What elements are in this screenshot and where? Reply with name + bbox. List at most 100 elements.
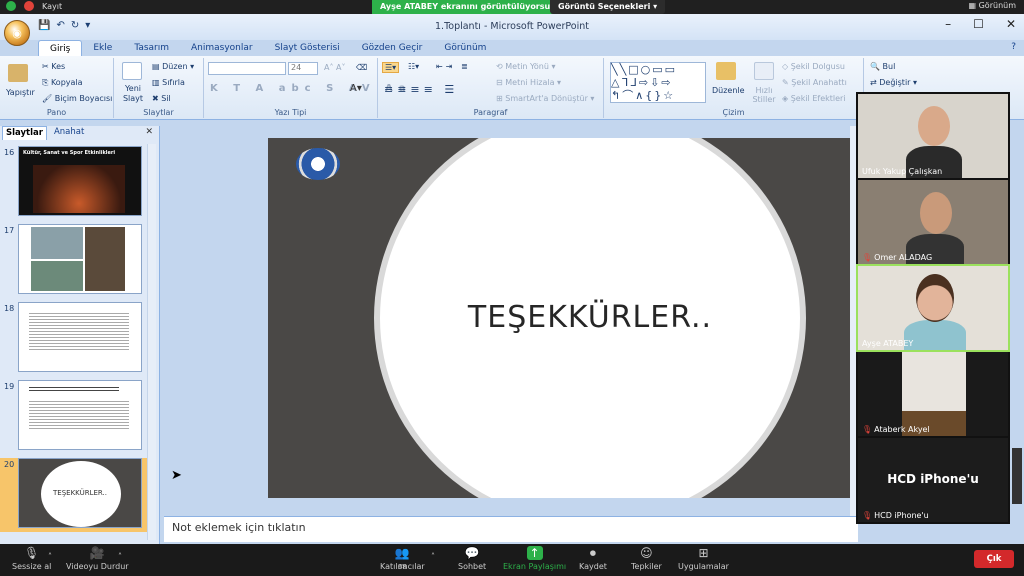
tab-slaytlar[interactable]: Slaytlar bbox=[2, 126, 47, 140]
new-slide-button[interactable]: Yeni Slayt bbox=[118, 84, 148, 104]
slide-thumbnail[interactable]: 18 bbox=[0, 302, 148, 376]
alignment-icons[interactable]: ≡≡≡≡ ☰ bbox=[384, 83, 458, 96]
paste-button[interactable]: Yapıştır bbox=[6, 88, 35, 97]
layout-button[interactable]: ▤ Düzen ▾ bbox=[152, 62, 194, 71]
font-size-select[interactable]: 24 bbox=[288, 62, 318, 75]
participants-button[interactable]: 👥68 Katılımcılar bbox=[380, 546, 425, 571]
exit-button[interactable]: Çık bbox=[974, 550, 1014, 568]
help-icon[interactable]: ? bbox=[1011, 42, 1016, 52]
quick-styles-icon[interactable] bbox=[754, 62, 774, 80]
delete-button[interactable]: ✖ Sil bbox=[152, 94, 171, 103]
chat-icon: 💬 bbox=[464, 546, 480, 560]
tab-anahat[interactable]: Anahat bbox=[51, 126, 87, 140]
cut-button[interactable]: ✂ Kes bbox=[42, 62, 65, 71]
clear-format-icon[interactable]: ⌫ bbox=[356, 63, 367, 72]
mute-options-chevron-icon[interactable]: ˄ bbox=[48, 552, 52, 561]
indent-icons[interactable]: ⇤⇥ ≣ bbox=[436, 62, 471, 71]
smartart-button[interactable]: ⊞ SmartArt'a Dönüştür ▾ bbox=[496, 94, 594, 103]
participant-name: Ayşe ATABEY bbox=[862, 339, 914, 348]
slide-number: 20 bbox=[4, 460, 15, 469]
tab-gorunum[interactable]: Görünüm bbox=[433, 40, 497, 56]
record-button[interactable]: ⏺ Kaydet bbox=[579, 546, 607, 571]
view-options-button[interactable]: Görüntü Seçenekleri ▾ bbox=[550, 0, 666, 14]
office-button[interactable]: ◉ bbox=[4, 20, 30, 46]
align-text-button[interactable]: ⊟ Metni Hizala ▾ bbox=[496, 78, 561, 87]
slide-editor[interactable]: TEŞEKKÜRLER.. bbox=[164, 126, 858, 516]
replace-button[interactable]: ⇄ Değiştir ▾ bbox=[870, 78, 917, 87]
reset-label: Sıfırla bbox=[162, 78, 185, 87]
arrange-button[interactable]: Düzenle bbox=[712, 86, 745, 95]
grow-font-icon[interactable]: A˄ A˅ bbox=[324, 63, 346, 72]
chat-button[interactable]: 💬 Sohbet bbox=[458, 546, 486, 571]
apps-button[interactable]: ⊞ Uygulamalar bbox=[678, 546, 729, 571]
shape-fill-label: Şekil Dolgusu bbox=[790, 62, 845, 71]
share-label: Ekran Paylaşımı bbox=[503, 562, 567, 571]
numbering-icon[interactable]: ☷▾ bbox=[408, 62, 419, 71]
view-button[interactable]: ▦ Görünüm bbox=[969, 1, 1017, 10]
tab-gozden-gecir[interactable]: Gözden Geçir bbox=[351, 40, 434, 56]
record-icon bbox=[24, 1, 34, 11]
mute-button[interactable]: 🎙 Sessize al bbox=[12, 546, 51, 571]
minimize-icon[interactable]: – bbox=[945, 17, 951, 31]
align-text-label: Metni Hizala bbox=[505, 78, 555, 87]
video-options-chevron-icon[interactable]: ˄ bbox=[118, 552, 122, 561]
close-panel-icon[interactable]: ✕ bbox=[145, 127, 153, 137]
find-label: Bul bbox=[882, 62, 896, 71]
participants-label: Katılımcılar bbox=[380, 562, 425, 571]
participant-name: 🎙 Omer ALADAG bbox=[862, 253, 932, 262]
new-slide-icon[interactable] bbox=[122, 62, 142, 80]
text-direction-button[interactable]: ⟲ Metin Yönü ▾ bbox=[496, 62, 555, 71]
quick-styles-button[interactable]: Hızlı Stiller bbox=[752, 86, 776, 104]
slide-thumbnail[interactable]: 17 bbox=[0, 224, 148, 298]
arrange-icon[interactable] bbox=[716, 62, 736, 80]
copy-button[interactable]: ⎘ Kopyala bbox=[42, 78, 83, 88]
group-yazi-tipi: 24 A˄ A˅ ⌫ K T A abc S AV Aa A▾ Yazı Tip… bbox=[204, 58, 406, 118]
share-screen-button[interactable]: ↑ Ekran Paylaşımı bbox=[503, 546, 566, 571]
shapes-gallery[interactable]: ╲╲□○▭▭ △ᒣᒧ⇨⇩⇨ ↰⌒∧{}☆ bbox=[610, 62, 706, 103]
video-tile-active-speaker[interactable]: Ayşe ATABEY bbox=[856, 264, 1010, 352]
video-tile[interactable]: 🎙 Ataberk Akyel bbox=[858, 352, 1008, 436]
tab-ekle[interactable]: Ekle bbox=[82, 40, 123, 56]
reset-button[interactable]: ▥ Sıfırla bbox=[152, 78, 185, 87]
paste-icon[interactable] bbox=[8, 64, 28, 82]
panel-scrollbar[interactable] bbox=[147, 144, 156, 540]
shape-effects-button[interactable]: ◈ Şekil Efektleri bbox=[782, 94, 846, 103]
bullets-icon[interactable]: ☰▾ bbox=[382, 62, 400, 73]
find-button[interactable]: 🔍 Bul bbox=[870, 62, 895, 71]
video-tile[interactable]: 🎙 Omer ALADAG bbox=[858, 180, 1008, 264]
room-image bbox=[902, 352, 966, 436]
title-bar: 💾 ↶ ↻ ▾ 1.Toplantı - Microsoft PowerPoin… bbox=[0, 14, 1024, 40]
tab-slayt-gosterisi[interactable]: Slayt Gösterisi bbox=[264, 40, 351, 56]
chat-label: Sohbet bbox=[458, 562, 487, 571]
window-title: 1.Toplantı - Microsoft PowerPoint bbox=[435, 21, 589, 32]
person-face bbox=[916, 274, 954, 322]
tab-giris[interactable]: Giriş bbox=[38, 40, 83, 56]
close-icon[interactable]: ✕ bbox=[1006, 17, 1016, 31]
slide-thumbnail-selected[interactable]: 20 TEŞEKKÜRLER.. bbox=[0, 458, 148, 532]
group-label-pano: Pano bbox=[46, 108, 67, 117]
maximize-icon[interactable]: ☐ bbox=[973, 17, 984, 31]
video-tile[interactable]: Ufuk Yakup Çalışkan bbox=[858, 94, 1008, 178]
zoom-top-bar: Kayıt Ayşe ATABEY ekranını görüntülüyors… bbox=[0, 0, 1024, 14]
group-slaytlar: Yeni Slayt ▤ Düzen ▾ ▥ Sıfırla ✖ Sil Sla… bbox=[114, 58, 204, 118]
current-slide[interactable]: TEŞEKKÜRLER.. bbox=[268, 138, 850, 498]
notes-pane[interactable]: Not eklemek için tıklatın bbox=[164, 516, 858, 542]
slide-title[interactable]: TEŞEKKÜRLER.. bbox=[374, 300, 806, 335]
tab-animasyonlar[interactable]: Animasyonlar bbox=[180, 40, 264, 56]
shape-fill-button[interactable]: ◇ Şekil Dolgusu bbox=[782, 62, 845, 71]
participant-name: Ufuk Yakup Çalışkan bbox=[862, 167, 943, 176]
shape-outline-button[interactable]: ✎ Şekil Anahattı bbox=[782, 78, 847, 87]
format-painter-button[interactable]: 🖌 Biçim Boyacısı bbox=[42, 94, 112, 103]
reactions-button[interactable]: ☺ Tepkiler bbox=[631, 546, 662, 571]
slide-thumbnail[interactable]: 16 Kültür, Sanat ve Spor Etkinlikleri bbox=[0, 146, 148, 220]
shield-icon[interactable] bbox=[6, 1, 16, 11]
mouse-cursor-icon: ➤ bbox=[171, 468, 182, 483]
font-name-select[interactable] bbox=[208, 62, 286, 75]
video-tile[interactable]: HCD iPhone'u 🎙 HCD iPhone'u bbox=[858, 438, 1008, 522]
participant-name: 🎙 HCD iPhone'u bbox=[862, 511, 929, 520]
tab-tasarim[interactable]: Tasarım bbox=[123, 40, 180, 56]
font-color-icon[interactable]: A▾ bbox=[350, 83, 362, 94]
participants-chevron-icon[interactable]: ˄ bbox=[431, 552, 435, 561]
slide-thumbnail[interactable]: 19 bbox=[0, 380, 148, 454]
video-scroll-control[interactable] bbox=[1012, 448, 1022, 504]
